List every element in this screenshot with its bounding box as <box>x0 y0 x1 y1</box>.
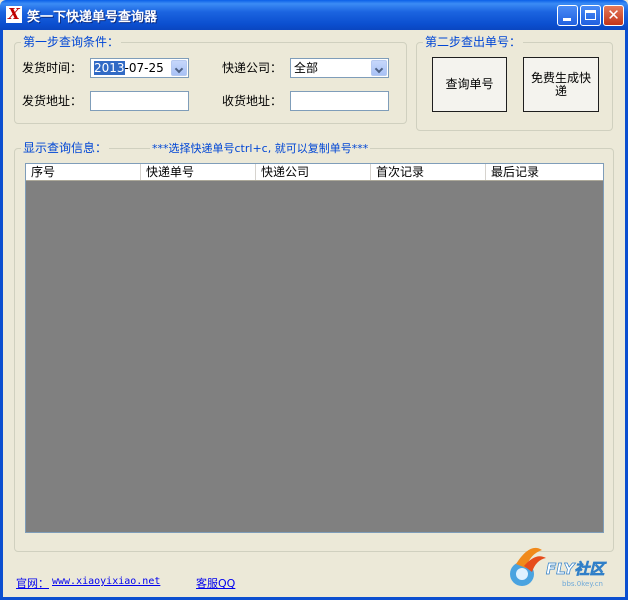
title-bar[interactable]: X 笑一下快递单号查询器 ✕ <box>0 0 628 30</box>
col-header-index[interactable]: 序号 <box>26 164 141 180</box>
maximize-icon <box>585 10 596 20</box>
minimize-button[interactable] <box>557 5 578 26</box>
recv-address-input[interactable] <box>290 91 389 111</box>
col-header-first-record[interactable]: 首次记录 <box>371 164 486 180</box>
generate-button[interactable]: 免费生成快递 <box>523 57 599 112</box>
ship-address-label: 发货地址： <box>22 94 83 108</box>
step2-legend: 第二步查出单号： <box>423 35 524 49</box>
site-label: 官网： <box>16 577 49 590</box>
table-header: 序号 快递单号 快递公司 首次记录 最后记录 <box>26 164 603 181</box>
ship-address-input[interactable] <box>90 91 189 111</box>
chevron-down-icon[interactable] <box>171 60 187 76</box>
results-table[interactable]: 序号 快递单号 快递公司 首次记录 最后记录 <box>25 163 604 533</box>
logo-sub: bbs.0key.cn <box>562 580 603 588</box>
support-qq-link[interactable]: 客服QQ <box>196 575 235 591</box>
ship-date-picker[interactable]: 2013-07-25 <box>90 58 189 78</box>
window-title: 笑一下快递单号查询器 <box>27 10 158 25</box>
close-button[interactable]: ✕ <box>603 5 624 26</box>
fly-logo-icon: FLY社区 bbs.0key.cn <box>510 547 608 588</box>
minimize-icon <box>563 18 571 21</box>
ship-date-rest: -07-25 <box>124 61 164 75</box>
courier-select-value: 全部 <box>294 61 319 75</box>
site-link[interactable]: www.xiaoyixiao.net <box>52 576 160 587</box>
chevron-down-icon[interactable] <box>371 60 387 76</box>
ship-date-year: 2013 <box>94 61 125 75</box>
app-icon[interactable]: X <box>6 6 22 23</box>
fly-community-logo: FLY社区 bbs.0key.cn <box>506 544 620 590</box>
ship-time-label: 发货时间： <box>22 61 83 75</box>
col-header-last-record[interactable]: 最后记录 <box>486 164 603 180</box>
courier-select[interactable]: 全部 <box>290 58 389 78</box>
courier-label: 快递公司： <box>222 61 283 75</box>
col-header-courier[interactable]: 快递公司 <box>256 164 371 180</box>
query-button[interactable]: 查询单号 <box>432 57 507 112</box>
step1-group: 第一步查询条件： <box>14 35 407 124</box>
copy-hint: ***选择快递单号ctrl+c, 就可以复制单号*** <box>150 140 371 156</box>
step1-legend: 第一步查询条件： <box>21 35 122 49</box>
recv-address-label: 收货地址： <box>222 94 283 108</box>
results-legend: 显示查询信息： <box>21 141 110 155</box>
maximize-button[interactable] <box>580 5 601 26</box>
close-icon: ✕ <box>607 6 620 24</box>
logo-brand: FLY社区 <box>546 560 607 578</box>
col-header-tracking-no[interactable]: 快递单号 <box>141 164 256 180</box>
